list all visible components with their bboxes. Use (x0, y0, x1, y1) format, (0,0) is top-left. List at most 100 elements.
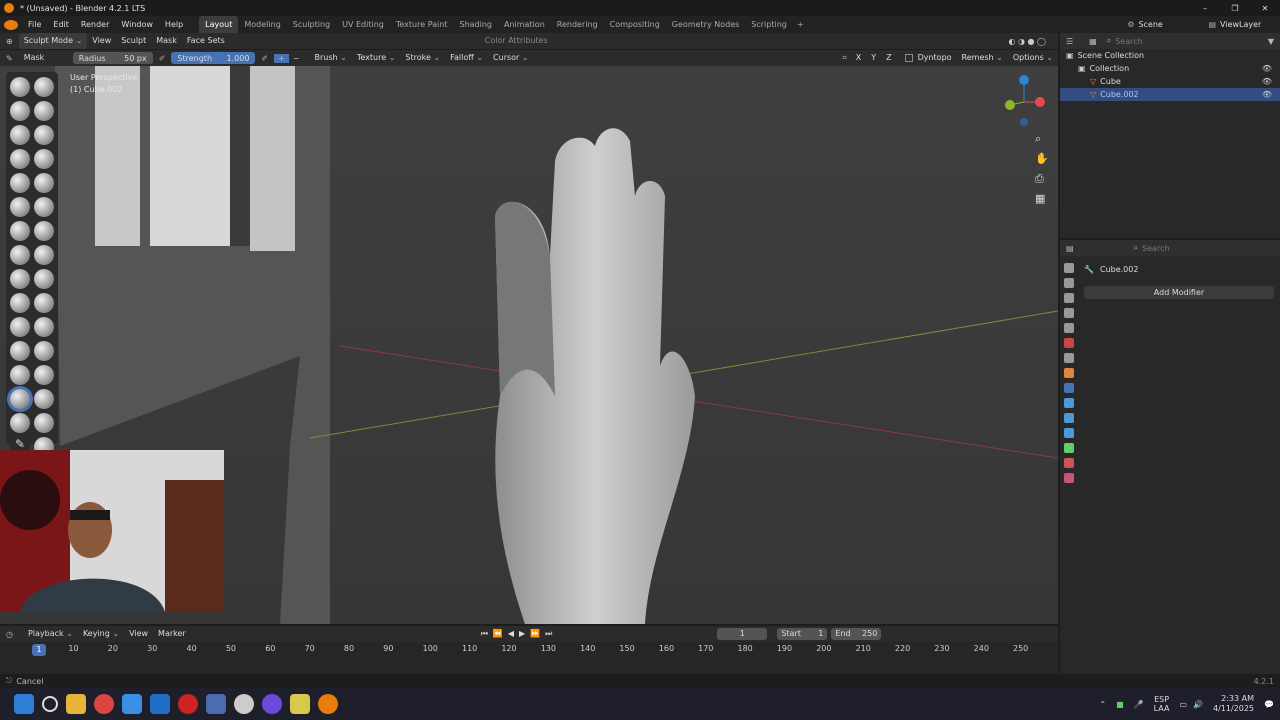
menu-edit[interactable]: Edit (47, 16, 75, 33)
maximize-icon[interactable]: ❐ (1220, 4, 1250, 13)
camera-icon[interactable]: ⎙ (1035, 172, 1044, 186)
mask-brush-icon[interactable] (10, 389, 30, 409)
outliner-search-input[interactable]: Search (1115, 37, 1215, 46)
outliner-display-mode-icon[interactable]: ▦ (1089, 37, 1097, 46)
clay-strips-brush-icon[interactable] (34, 101, 54, 121)
boundary-brush-icon[interactable] (34, 341, 54, 361)
outliner-row-cube[interactable]: ▽ Cube 👁 (1060, 75, 1280, 88)
world-properties-icon[interactable] (1064, 338, 1074, 348)
app-icon[interactable] (234, 694, 254, 714)
blender-taskbar-icon[interactable] (318, 694, 338, 714)
file-explorer-icon[interactable] (66, 694, 86, 714)
menu-sculpt[interactable]: Sculpt (116, 33, 151, 49)
tab-rendering[interactable]: Rendering (551, 16, 604, 33)
inflate-brush-icon[interactable] (10, 149, 30, 169)
clock-time[interactable]: 2:33 AM (1213, 694, 1254, 704)
tab-scripting[interactable]: Scripting (745, 16, 793, 33)
draw-face-sets-brush-icon[interactable] (34, 389, 54, 409)
scrape-brush-icon[interactable] (10, 221, 30, 241)
pressure-radius-icon[interactable]: ✐ (153, 54, 172, 63)
notification-icon[interactable]: 💬 (1264, 700, 1274, 709)
menu-mask[interactable]: Mask (151, 33, 182, 49)
elastic-deform-brush-icon[interactable] (10, 269, 30, 289)
playhead[interactable]: 1 (32, 644, 46, 656)
keyboard-layout[interactable]: LAA (1154, 704, 1170, 713)
timeline-view-menu[interactable]: View (124, 626, 153, 642)
multires-displacement-smear-icon[interactable] (34, 413, 54, 433)
app-icon-2[interactable] (290, 694, 310, 714)
material-properties-icon[interactable] (1064, 458, 1074, 468)
falloff-menu[interactable]: Falloff (445, 50, 488, 66)
playback-menu[interactable]: Playback (23, 626, 78, 642)
clay-thumb-brush-icon[interactable] (10, 125, 30, 145)
language-code[interactable]: ESP (1154, 695, 1170, 704)
editor-type-icon[interactable]: ⊕ (0, 37, 19, 46)
mode-selector[interactable]: Sculpt Mode (18, 33, 88, 49)
draw-brush-icon[interactable] (10, 77, 30, 97)
minimize-icon[interactable]: – (1190, 4, 1220, 13)
tool-properties-icon[interactable] (1064, 263, 1074, 273)
visibility-icon[interactable]: 👁 (1262, 75, 1272, 88)
keying-menu[interactable]: Keying (78, 626, 124, 642)
outliner-row-scene-collection[interactable]: ▣ Scene Collection (1060, 49, 1280, 62)
shading-modes-icon[interactable]: ◐ ◑ ● ◯ (996, 37, 1058, 46)
axis-y-toggle[interactable]: Y (866, 50, 881, 66)
menu-help[interactable]: Help (159, 16, 189, 33)
view-layer-properties-icon[interactable] (1064, 308, 1074, 318)
fill-brush-icon[interactable] (34, 197, 54, 217)
obs-icon[interactable] (262, 694, 282, 714)
clay-brush-icon[interactable] (10, 101, 30, 121)
frame-ruler[interactable]: 1 10 20 30 40 50 60 70 80 90 100 110 120 130 140 150 16… (0, 642, 1058, 674)
store-icon[interactable] (122, 694, 142, 714)
slide-relax-brush-icon[interactable] (10, 341, 30, 361)
remesh-menu[interactable]: Remesh (957, 50, 1008, 66)
outliner-editor-icon[interactable]: ☰ (1066, 37, 1073, 46)
menu-render[interactable]: Render (75, 16, 115, 33)
menu-face-sets[interactable]: Face Sets (182, 33, 230, 49)
clock-date[interactable]: 4/11/2025 (1213, 704, 1254, 714)
layer-brush-icon[interactable] (34, 125, 54, 145)
start-frame-field[interactable]: Start 1 (777, 628, 828, 640)
draw-sharp-brush-icon[interactable] (34, 77, 54, 97)
playback-controls[interactable]: ⏮⏪◀▶⏩⏭ (481, 629, 558, 639)
pan-hand-icon[interactable]: ✋ (1035, 152, 1049, 165)
menu-window[interactable]: Window (115, 16, 159, 33)
tab-sculpting[interactable]: Sculpting (287, 16, 336, 33)
particles-properties-icon[interactable] (1064, 398, 1074, 408)
grab-brush-icon[interactable] (34, 245, 54, 265)
tab-geometry-nodes[interactable]: Geometry Nodes (666, 16, 745, 33)
tab-shading[interactable]: Shading (453, 16, 498, 33)
outliner-filter-icon[interactable]: ▼ (1268, 37, 1274, 46)
crease-brush-icon[interactable] (10, 173, 30, 193)
add-modifier-button[interactable]: Add Modifier (1084, 286, 1274, 299)
subtract-icon[interactable]: − (289, 54, 304, 63)
volume-icon[interactable]: 🔊 (1193, 700, 1203, 709)
physics-properties-icon[interactable] (1064, 413, 1074, 423)
properties-editor-icon[interactable]: ▤ (1066, 244, 1074, 253)
outliner-row-cube-002[interactable]: ▽ Cube.002 👁 (1060, 88, 1280, 101)
opera-icon[interactable] (178, 694, 198, 714)
menu-view[interactable]: View (87, 33, 116, 49)
axis-z-toggle[interactable]: Z (881, 50, 896, 66)
axis-x-toggle[interactable]: X (851, 50, 866, 66)
pinch-brush-icon[interactable] (10, 245, 30, 265)
render-properties-icon[interactable] (1064, 278, 1074, 288)
cursor-menu[interactable]: Cursor (488, 50, 534, 66)
tray-chevron-icon[interactable]: ⌃ (1099, 700, 1106, 709)
tab-compositing[interactable]: Compositing (604, 16, 666, 33)
multires-displacement-eraser-icon[interactable] (10, 413, 30, 433)
texture-properties-icon[interactable] (1064, 473, 1074, 483)
visibility-icon[interactable]: 👁 (1262, 62, 1272, 75)
pose-brush-icon[interactable] (34, 293, 54, 313)
marker-menu[interactable]: Marker (153, 626, 191, 642)
options-menu[interactable]: Options (1008, 50, 1058, 66)
visibility-icon[interactable]: 👁 (1262, 88, 1272, 101)
color-attributes-dropdown[interactable]: Color Attributes (480, 33, 553, 49)
microphone-icon[interactable]: 🎤 (1134, 700, 1144, 709)
blob-brush-icon[interactable] (34, 149, 54, 169)
windows-start-icon[interactable] (14, 694, 34, 714)
menu-file[interactable]: File (22, 16, 47, 33)
rotate-brush-icon[interactable] (34, 317, 54, 337)
cloth-brush-icon[interactable] (10, 365, 30, 385)
timeline-editor-icon[interactable]: ◷ (6, 630, 13, 639)
